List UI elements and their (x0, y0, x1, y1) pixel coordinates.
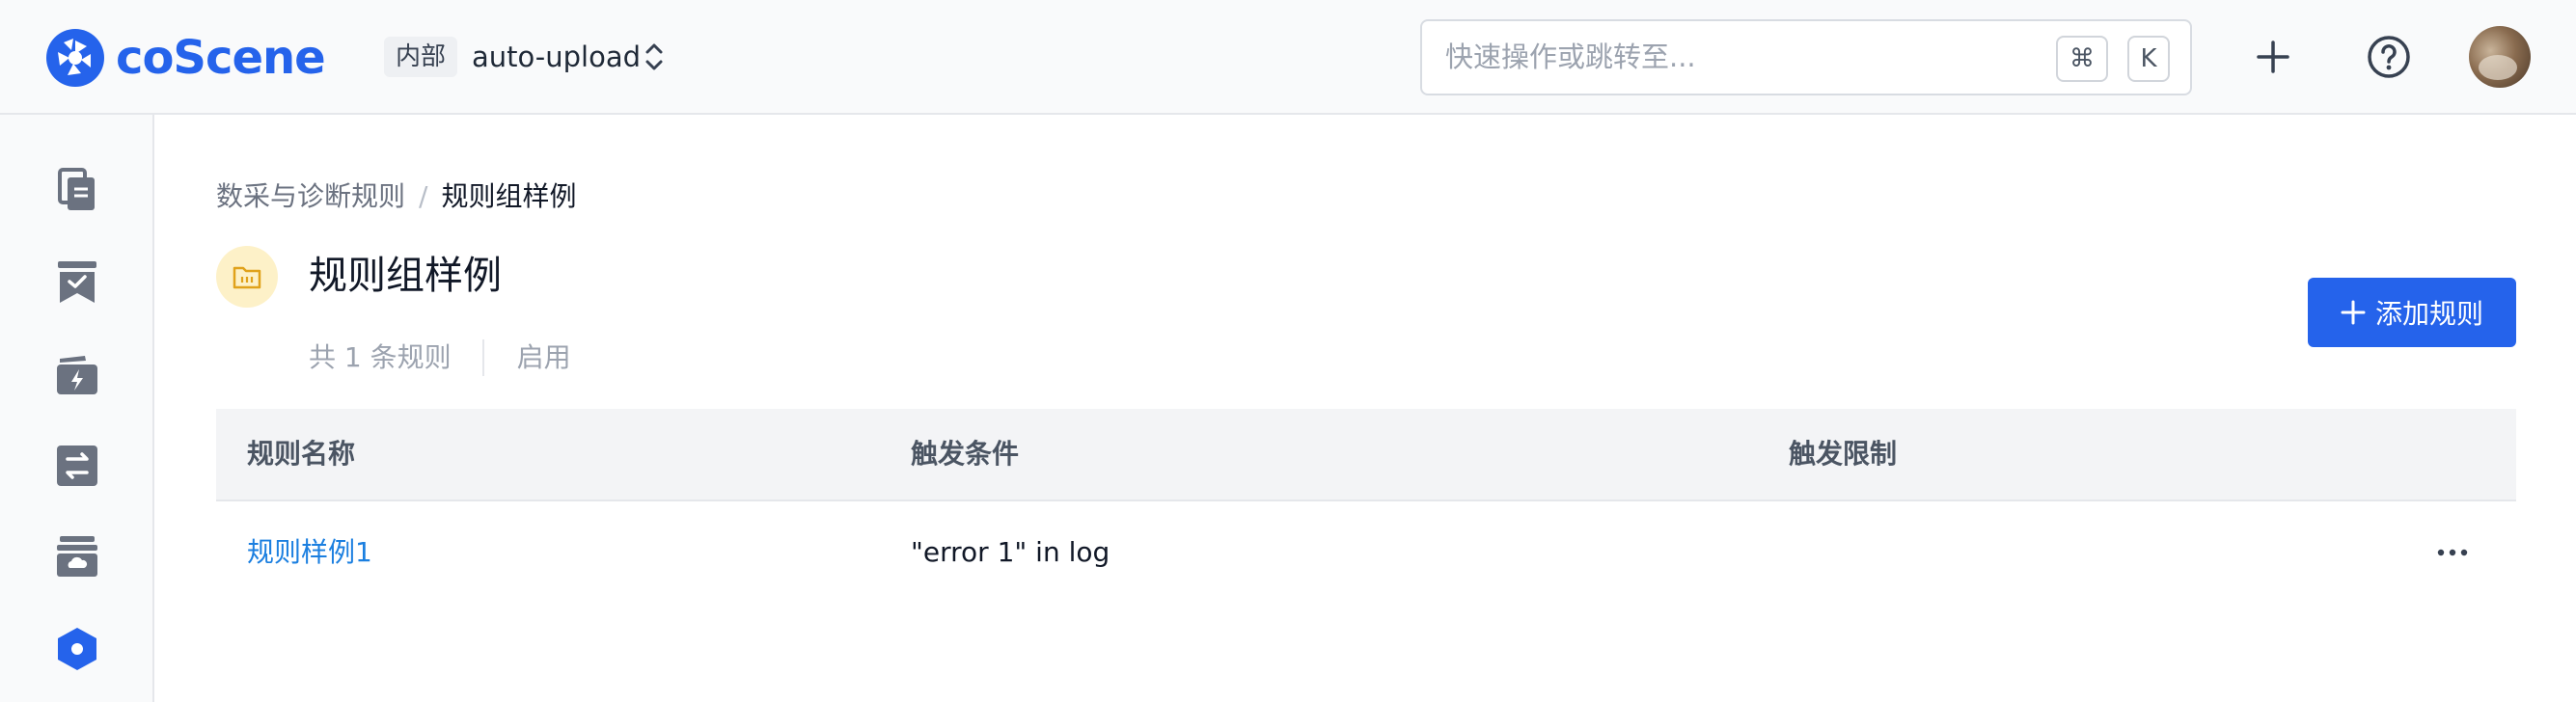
row-more-button[interactable] (2431, 537, 2474, 568)
plus-icon (2257, 40, 2289, 73)
page-title: 规则组样例 (309, 254, 502, 298)
breadcrumb-separator: / (419, 180, 428, 212)
records-icon (58, 168, 95, 210)
brand-name: coScene (116, 31, 326, 85)
column-header-name: 规则名称 (247, 438, 356, 470)
transfer-icon (57, 446, 97, 486)
meta-divider (481, 339, 484, 376)
table-header: 规则名称 触发条件 触发限制 (216, 409, 2516, 501)
create-button[interactable] (2247, 31, 2299, 83)
rule-condition: "error 1" in log (911, 536, 1110, 568)
project-name[interactable]: auto-upload (472, 37, 641, 77)
coscene-logo-icon (46, 29, 104, 87)
sidebar-item-actions[interactable] (54, 352, 100, 398)
shortcut-cmd-key: ⌘ (2056, 36, 2108, 82)
breadcrumb: 数采与诊断规则 / 规则组样例 (216, 179, 576, 214)
add-rule-label: 添加规则 (2374, 298, 2483, 330)
rules-hexagon-icon (58, 628, 96, 670)
actions-folder-icon (57, 356, 97, 394)
rule-name-link[interactable]: 规则样例1 (247, 501, 372, 604)
rule-group-meta: 共 1 条规则 启用 (309, 339, 571, 376)
rules-table: 规则名称 触发条件 触发限制 规则样例1 "error 1" in log (216, 409, 2516, 604)
breadcrumb-current: 规则组样例 (441, 180, 577, 212)
rule-count: 共 1 条规则 (309, 341, 452, 373)
folder-icon (233, 266, 261, 289)
help-icon (2368, 36, 2410, 78)
user-avatar[interactable] (2469, 26, 2531, 88)
sidebar-item-tasks[interactable] (54, 259, 100, 306)
status-label: 启用 (516, 341, 571, 373)
column-header-limit: 触发限制 (1789, 438, 1898, 470)
sidebar-item-records[interactable] (54, 167, 100, 213)
plus-icon (2341, 300, 2366, 325)
tasks-icon (58, 261, 96, 303)
brand-logo[interactable]: coScene (44, 27, 326, 89)
top-header: coScene 内部 auto-upload 快速操作或跳转至... ⌘ K (0, 0, 2576, 115)
command-search-input[interactable]: 快速操作或跳转至... ⌘ K (1420, 19, 2192, 95)
more-horizontal-icon (2437, 549, 2468, 556)
rule-group-avatar (216, 246, 278, 308)
shortcut-k-key: K (2127, 36, 2170, 82)
sidebar-item-transfer[interactable] (54, 443, 100, 489)
sidebar (0, 115, 154, 702)
column-header-condition: 触发条件 (911, 438, 1020, 470)
workspace-badge: 内部 (384, 37, 458, 77)
table-row[interactable]: 规则样例1 "error 1" in log (216, 501, 2516, 604)
breadcrumb-parent-link[interactable]: 数采与诊断规则 (216, 179, 405, 214)
cloud-storage-icon (57, 536, 97, 577)
help-button[interactable] (2363, 31, 2415, 83)
sidebar-item-rules[interactable] (54, 626, 100, 672)
search-placeholder: 快速操作或跳转至... (1445, 40, 1696, 73)
chevron-up-down-icon[interactable] (642, 40, 667, 73)
add-rule-button[interactable]: 添加规则 (2308, 278, 2516, 347)
sidebar-item-storage[interactable] (54, 533, 100, 580)
